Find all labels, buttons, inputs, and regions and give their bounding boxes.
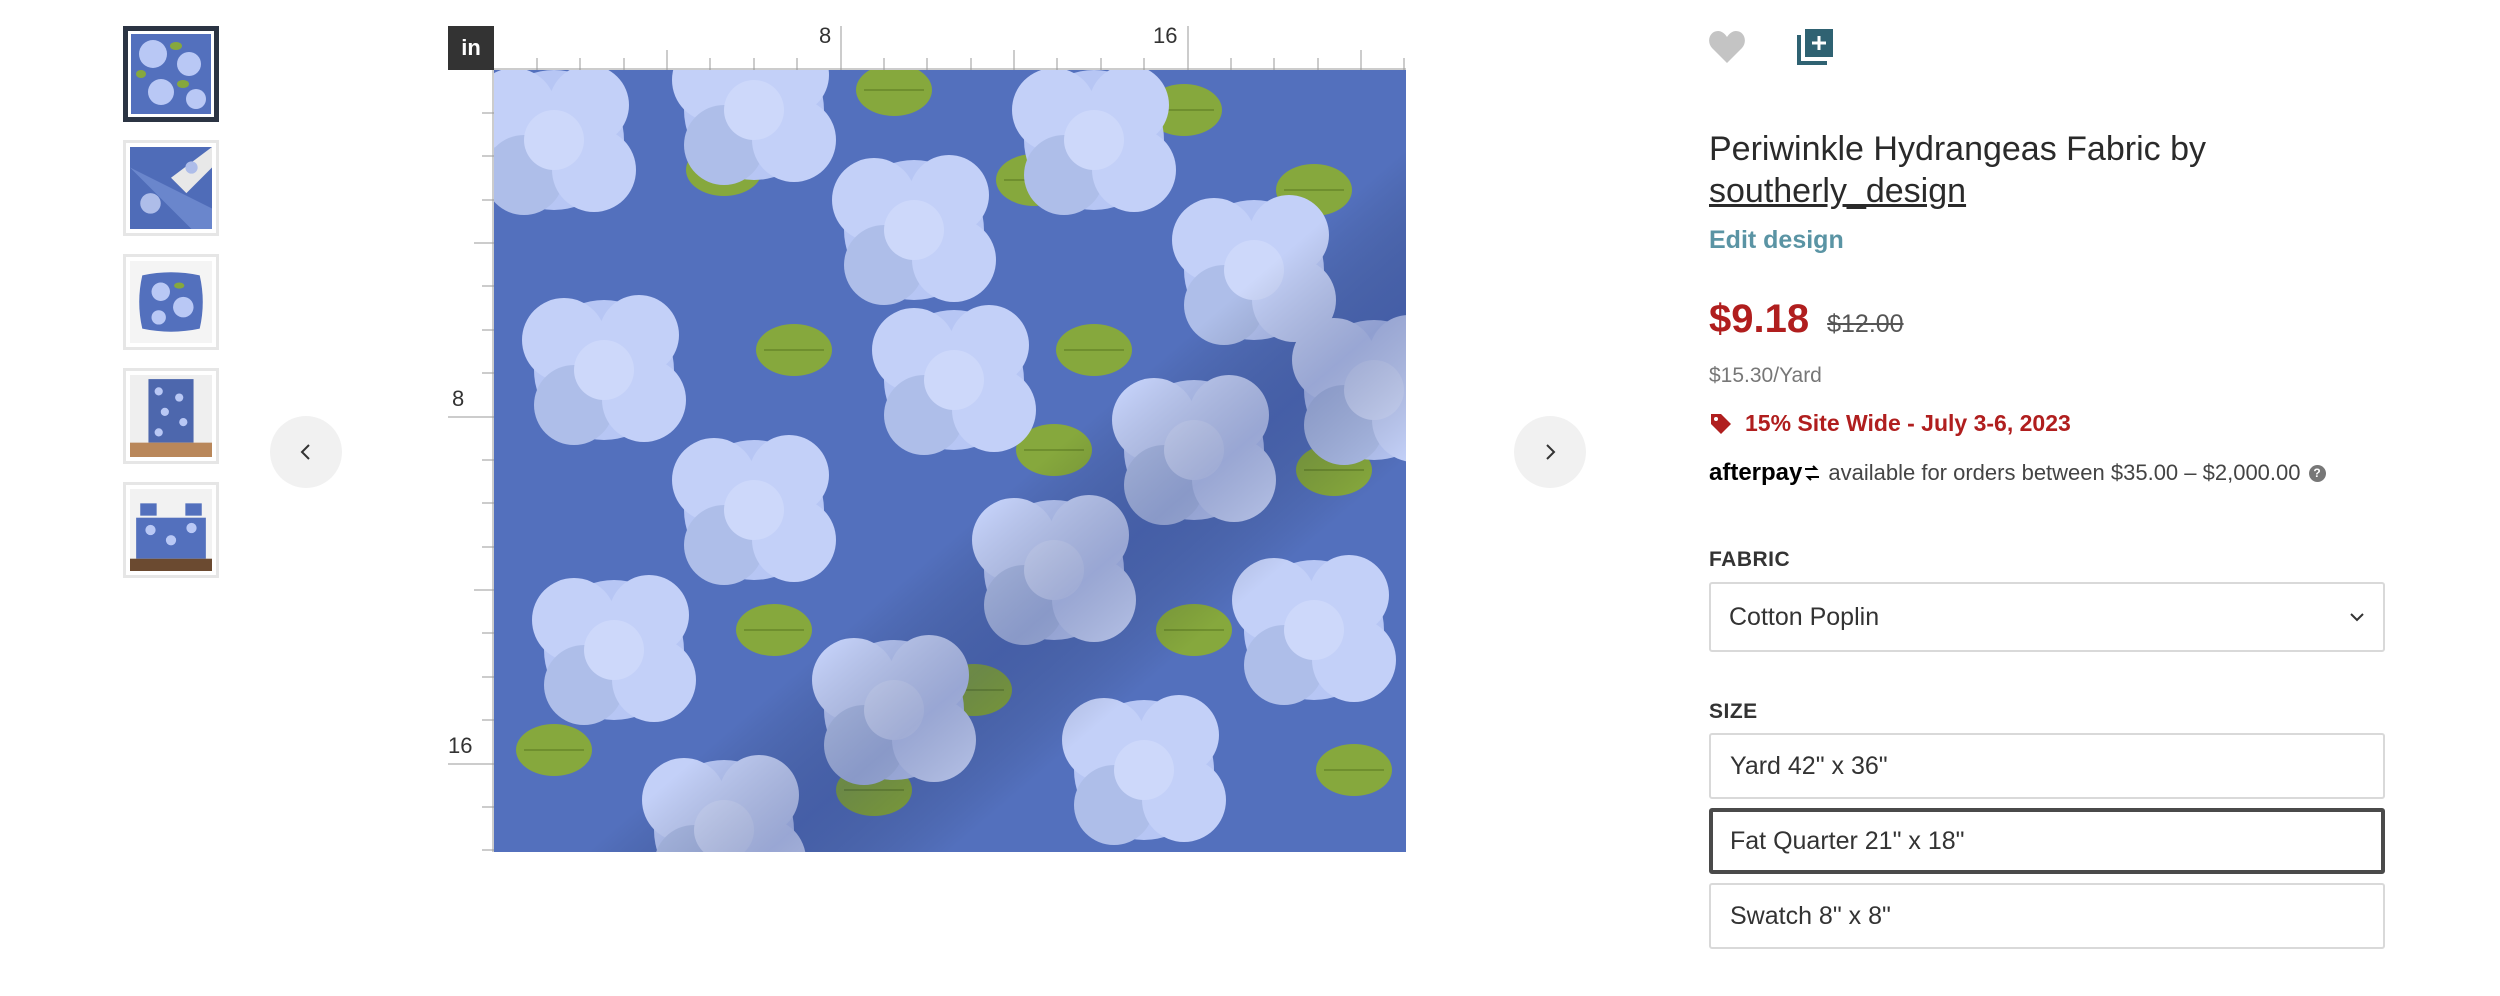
fabric-label: FABRIC bbox=[1709, 548, 1791, 571]
ruler-unit-toggle[interactable]: in bbox=[448, 26, 494, 70]
price-per-yard: $15.30/Yard bbox=[1709, 364, 1822, 387]
product-info: Periwinkle Hydrangeas Fabric by southerl… bbox=[1709, 128, 2385, 487]
thumbnail-curtain-image bbox=[130, 375, 212, 457]
sale-price: $9.18 bbox=[1709, 297, 1810, 341]
product-image-viewer: in 8 16 8 16 bbox=[448, 23, 1406, 852]
edit-design-link[interactable]: Edit design bbox=[1709, 226, 1844, 255]
chevron-right-icon bbox=[1546, 444, 1556, 460]
ruler-top: 8 16 bbox=[494, 23, 1406, 70]
thumbnail-fabric[interactable] bbox=[123, 26, 219, 122]
thumbnail-curtain[interactable] bbox=[123, 368, 219, 464]
size-option-yard[interactable]: Yard 42" x 36" bbox=[1709, 733, 2385, 799]
heart-icon bbox=[1709, 31, 1745, 63]
fabric-select[interactable]: Cotton Poplin bbox=[1709, 582, 2385, 652]
add-to-collection-button[interactable] bbox=[1794, 26, 1836, 68]
afterpay-text: available for orders between $35.00 – $2… bbox=[1828, 460, 2301, 485]
ruler-top-label: 8 bbox=[819, 23, 832, 48]
favorite-button[interactable] bbox=[1706, 26, 1748, 68]
designer-link[interactable]: southerly_design bbox=[1709, 170, 1966, 212]
ruler-left-label: 8 bbox=[452, 386, 465, 411]
price-row: $9.18 $12.00 bbox=[1709, 297, 2385, 342]
ruler-top-ticks bbox=[494, 26, 1406, 70]
original-price: $12.00 bbox=[1827, 310, 1904, 338]
fabric-main-image[interactable] bbox=[494, 70, 1406, 852]
afterpay-logo-text: afterpay bbox=[1709, 459, 1803, 486]
promo-banner: 15% Site Wide - July 3-6, 2023 bbox=[1709, 410, 2385, 437]
size-label: SIZE bbox=[1709, 700, 1758, 723]
thumbnail-list bbox=[123, 26, 219, 596]
product-actions bbox=[1706, 26, 1836, 68]
thumbnail-drape-image bbox=[130, 147, 212, 229]
thumbnail-bedding[interactable] bbox=[123, 482, 219, 578]
chevron-left-icon bbox=[300, 444, 310, 460]
thumbnail-drape[interactable] bbox=[123, 140, 219, 236]
previous-image-button[interactable] bbox=[270, 416, 342, 488]
thumbnail-fabric-image bbox=[131, 34, 211, 114]
ruler-top-label: 16 bbox=[1153, 23, 1178, 48]
size-option-fat-quarter[interactable]: Fat Quarter 21" x 18" bbox=[1709, 808, 2385, 874]
promo-text: 15% Site Wide - July 3-6, 2023 bbox=[1745, 410, 2071, 436]
thumbnail-pillow[interactable] bbox=[123, 254, 219, 350]
add-to-collection-icon bbox=[1797, 29, 1833, 65]
product-title: Periwinkle Hydrangeas Fabric by bbox=[1709, 130, 2206, 168]
ruler-left-label: 16 bbox=[448, 733, 473, 758]
hydrangea-pattern bbox=[494, 70, 1406, 852]
ruler-left: 8 16 bbox=[448, 70, 494, 852]
afterpay-info: afterpay available for orders between $3… bbox=[1709, 459, 2385, 487]
next-image-button[interactable] bbox=[1514, 416, 1586, 488]
size-option-swatch[interactable]: Swatch 8" x 8" bbox=[1709, 883, 2385, 949]
thumbnail-pillow-image bbox=[130, 261, 212, 343]
thumbnail-bedding-image bbox=[130, 489, 212, 571]
chevron-down-icon bbox=[2350, 613, 2364, 622]
size-options: Yard 42" x 36" Fat Quarter 21" x 18" Swa… bbox=[1709, 733, 2385, 958]
fabric-selected-value: Cotton Poplin bbox=[1729, 602, 1880, 631]
afterpay-logo: afterpay bbox=[1709, 459, 1822, 487]
help-icon[interactable]: ? bbox=[2308, 464, 2326, 482]
price-tag-icon bbox=[1711, 413, 1731, 434]
afterpay-arrows-icon bbox=[1805, 465, 1820, 481]
